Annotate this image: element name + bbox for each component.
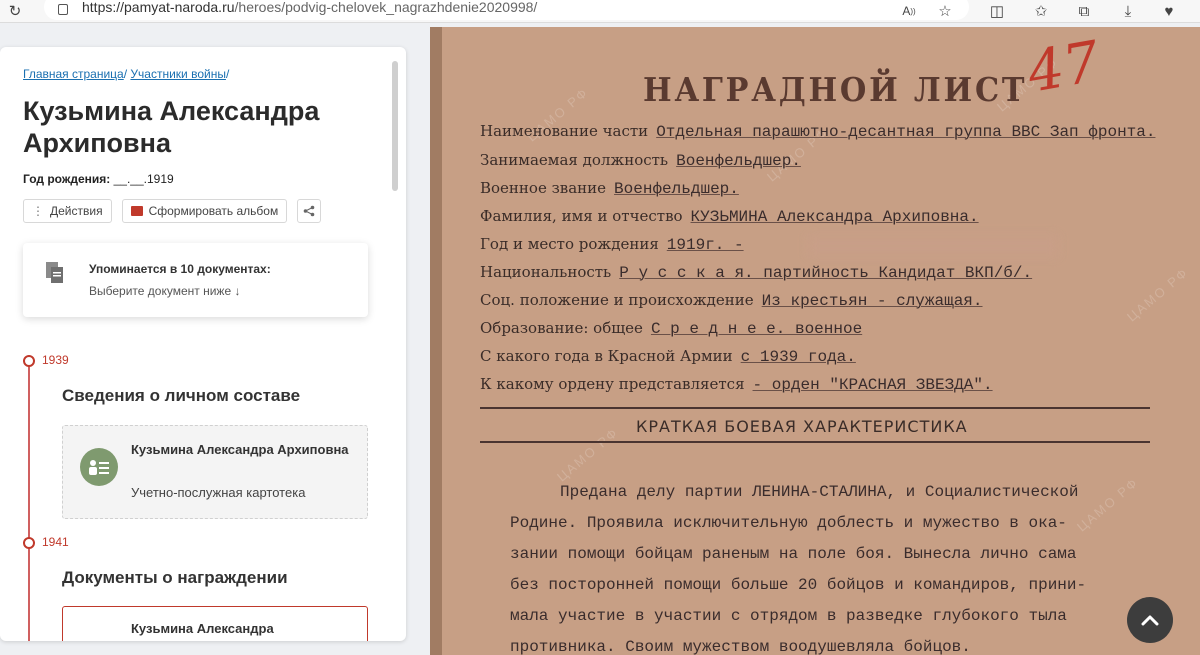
characteristic-line: мала участие в участии с отрядом в разве…: [510, 607, 1067, 625]
record-name: Кузьмина Александра: [131, 621, 274, 636]
birth-year: Год рождения: __.__.1919: [23, 172, 174, 186]
field-social: Соц. положение и происхождение Из крестья…: [480, 291, 983, 310]
characteristic-line: зании помощи бойцам раненым на поле боя.…: [510, 545, 1077, 563]
action-buttons: ⋮ Действия Сформировать альбом: [23, 199, 322, 223]
extension-icon[interactable]: ♥: [1158, 0, 1180, 22]
timeline-dot: [23, 537, 35, 549]
person-card-icon: [80, 448, 118, 486]
share-icon: [303, 205, 315, 217]
album-icon: [130, 206, 143, 216]
field-birth: Год и место рождения 1919г. -: [480, 235, 744, 254]
breadcrumb-home-link[interactable]: Главная страница: [23, 67, 124, 81]
breadcrumb-participants-link[interactable]: Участники войны: [130, 67, 226, 81]
section-title-personnel: Сведения о личном составе: [62, 386, 301, 405]
documents-hint: Выберите документ ниже ↓: [89, 284, 241, 298]
characteristic-line: без посторонней помощи больше 20 бойцов …: [510, 576, 1087, 594]
watermark: ЦАМО РФ: [553, 424, 622, 485]
panel-scrollbar[interactable]: [392, 61, 398, 191]
scroll-to-top-button[interactable]: [1127, 597, 1173, 643]
watermark: ЦАМО РФ: [1123, 264, 1192, 325]
characteristic-title: КРАТКАЯ БОЕВАЯ ХАРАКТЕРИСТИКА: [636, 417, 968, 436]
address-bar[interactable]: https://pamyat-naroda.ru/heroes/podvig-c…: [44, 0, 969, 20]
redacted-area: [808, 235, 1058, 257]
timeline-line: [28, 360, 30, 641]
watermark: ЦАМО РФ: [1073, 474, 1142, 535]
reload-icon[interactable]: ↻: [4, 0, 26, 22]
award-sheet-document: ЦАМО РФ ЦАМО РФ ЦАМО РФ ЦАМО РФ ЦАМО РФ …: [430, 27, 1200, 655]
collections-icon[interactable]: ⧉: [1073, 0, 1095, 22]
field-service-year: С какого года в Красной Армии с 1939 года…: [480, 347, 856, 366]
page-title: Кузьмина Александра Архиповна: [23, 96, 320, 158]
record-type: Учетно-послужная картотека: [131, 485, 306, 500]
actions-button[interactable]: ⋮ Действия: [23, 199, 112, 223]
record-card-selected[interactable]: Кузьмина Александра: [62, 606, 368, 641]
document-title: НАГРАДНОЙ ЛИСТ: [643, 70, 1028, 109]
record-name: Кузьмина Александра Архиповна: [131, 442, 349, 457]
more-vertical-icon: ⋮: [32, 204, 44, 218]
section-title-awards: Документы о награждении: [62, 568, 288, 587]
field-order: К какому ордену представляется - орден "К…: [480, 375, 993, 394]
share-button[interactable]: [297, 199, 322, 223]
record-card[interactable]: Кузьмина Александра Архиповна Учетно-пос…: [62, 425, 368, 519]
field-education: Образование: общее С р е д н е е. военное: [480, 319, 863, 338]
characteristic-line: Предана делу партии ЛЕНИНА-СТАЛИНА, и Со…: [560, 483, 1079, 501]
document-edge: [430, 27, 442, 655]
lock-icon[interactable]: [58, 3, 68, 15]
handwritten-number: 47: [1022, 29, 1105, 106]
favorites-icon[interactable]: ✩: [1030, 0, 1052, 22]
read-aloud-icon[interactable]: A)): [898, 0, 920, 22]
documents-icon: [46, 262, 63, 283]
field-full-name: Фамилия, имя и отчество КУЗЬМИНА Александ…: [480, 207, 979, 226]
mentioned-documents-card[interactable]: Упоминается в 10 документах: Выберите до…: [23, 243, 368, 317]
url-text: https://pamyat-naroda.ru/heroes/podvig-c…: [82, 0, 538, 15]
field-nationality: Национальность Р у с с к а я. партийность…: [480, 263, 1033, 282]
divider: [480, 407, 1150, 409]
chevron-up-icon: [1141, 615, 1159, 626]
downloads-icon[interactable]: ⤓: [1117, 0, 1139, 22]
timeline-year: 1939: [42, 353, 69, 367]
field-rank: Военное звание Военфельдшер.: [480, 179, 739, 198]
split-screen-icon[interactable]: ◫: [986, 0, 1008, 22]
hero-info-panel: Главная страница/ Участники войны/ Кузьм…: [0, 47, 406, 641]
timeline-dot: [23, 355, 35, 367]
documents-count: Упоминается в 10 документах:: [89, 262, 271, 276]
divider: [480, 441, 1150, 443]
characteristic-line: Родине. Проявила исключительную доблесть…: [510, 514, 1067, 532]
create-album-button[interactable]: Сформировать альбом: [121, 199, 288, 223]
breadcrumb: Главная страница/ Участники войны/: [23, 67, 230, 81]
field-position: Занимаемая должность Военфельдшер.: [480, 151, 801, 170]
field-unit: Наименование части Отдельная парашютно-де…: [480, 122, 1156, 141]
characteristic-line: противника. Своим мужеством воодушевляла…: [510, 638, 971, 655]
favorite-star-icon[interactable]: ☆: [934, 0, 956, 22]
browser-toolbar: ↻ https://pamyat-naroda.ru/heroes/podvig…: [0, 0, 1200, 23]
timeline-year: 1941: [42, 535, 69, 549]
